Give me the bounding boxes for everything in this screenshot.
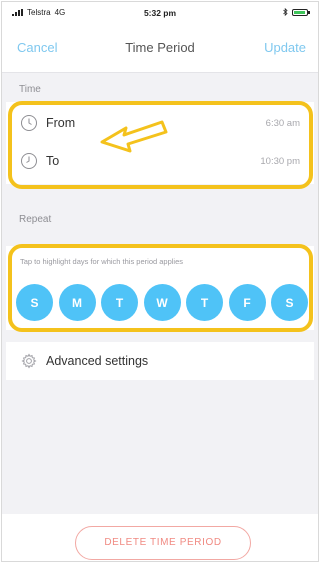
from-value: 6:30 am bbox=[265, 117, 300, 129]
time-section-label: Time bbox=[19, 84, 41, 95]
days-selector: S M T W T F S bbox=[16, 284, 308, 321]
bluetooth-icon bbox=[283, 8, 288, 16]
from-label: From bbox=[46, 116, 76, 130]
advanced-settings-row[interactable]: Advanced settings bbox=[6, 342, 314, 380]
gear-icon bbox=[21, 353, 37, 369]
battery-icon bbox=[292, 8, 310, 16]
day-thursday-button[interactable]: T bbox=[186, 284, 223, 321]
day-friday-button[interactable]: F bbox=[228, 284, 266, 321]
repeat-section-label: Repeat bbox=[19, 214, 52, 225]
to-value: 10:30 pm bbox=[260, 155, 300, 167]
advanced-settings-label: Advanced settings bbox=[46, 354, 149, 368]
clock-icon bbox=[21, 153, 37, 169]
day-sunday-button[interactable]: S bbox=[16, 284, 53, 321]
to-label: To bbox=[46, 154, 60, 168]
delete-time-period-button[interactable]: DELETE TIME PERIOD bbox=[75, 526, 251, 560]
nav-bar: Cancel Time Period Update bbox=[2, 24, 318, 73]
status-bar: Telstra 4G 5:32 pm bbox=[2, 2, 318, 24]
day-tuesday-button[interactable]: T bbox=[101, 284, 138, 321]
day-wednesday-button[interactable]: W bbox=[143, 284, 181, 321]
day-monday-button[interactable]: M bbox=[58, 284, 96, 321]
phone-screen: Telstra 4G 5:32 pm Cancel Time Period Up… bbox=[1, 1, 319, 562]
repeat-hint: Tap to highlight days for which this per… bbox=[20, 257, 184, 266]
update-button[interactable]: Update bbox=[264, 40, 306, 55]
status-time: 5:32 pm bbox=[143, 8, 177, 18]
clock-icon bbox=[21, 115, 37, 131]
day-saturday-button[interactable]: S bbox=[271, 284, 308, 321]
status-right bbox=[283, 8, 310, 16]
annotation-arrow-icon bbox=[100, 120, 168, 153]
